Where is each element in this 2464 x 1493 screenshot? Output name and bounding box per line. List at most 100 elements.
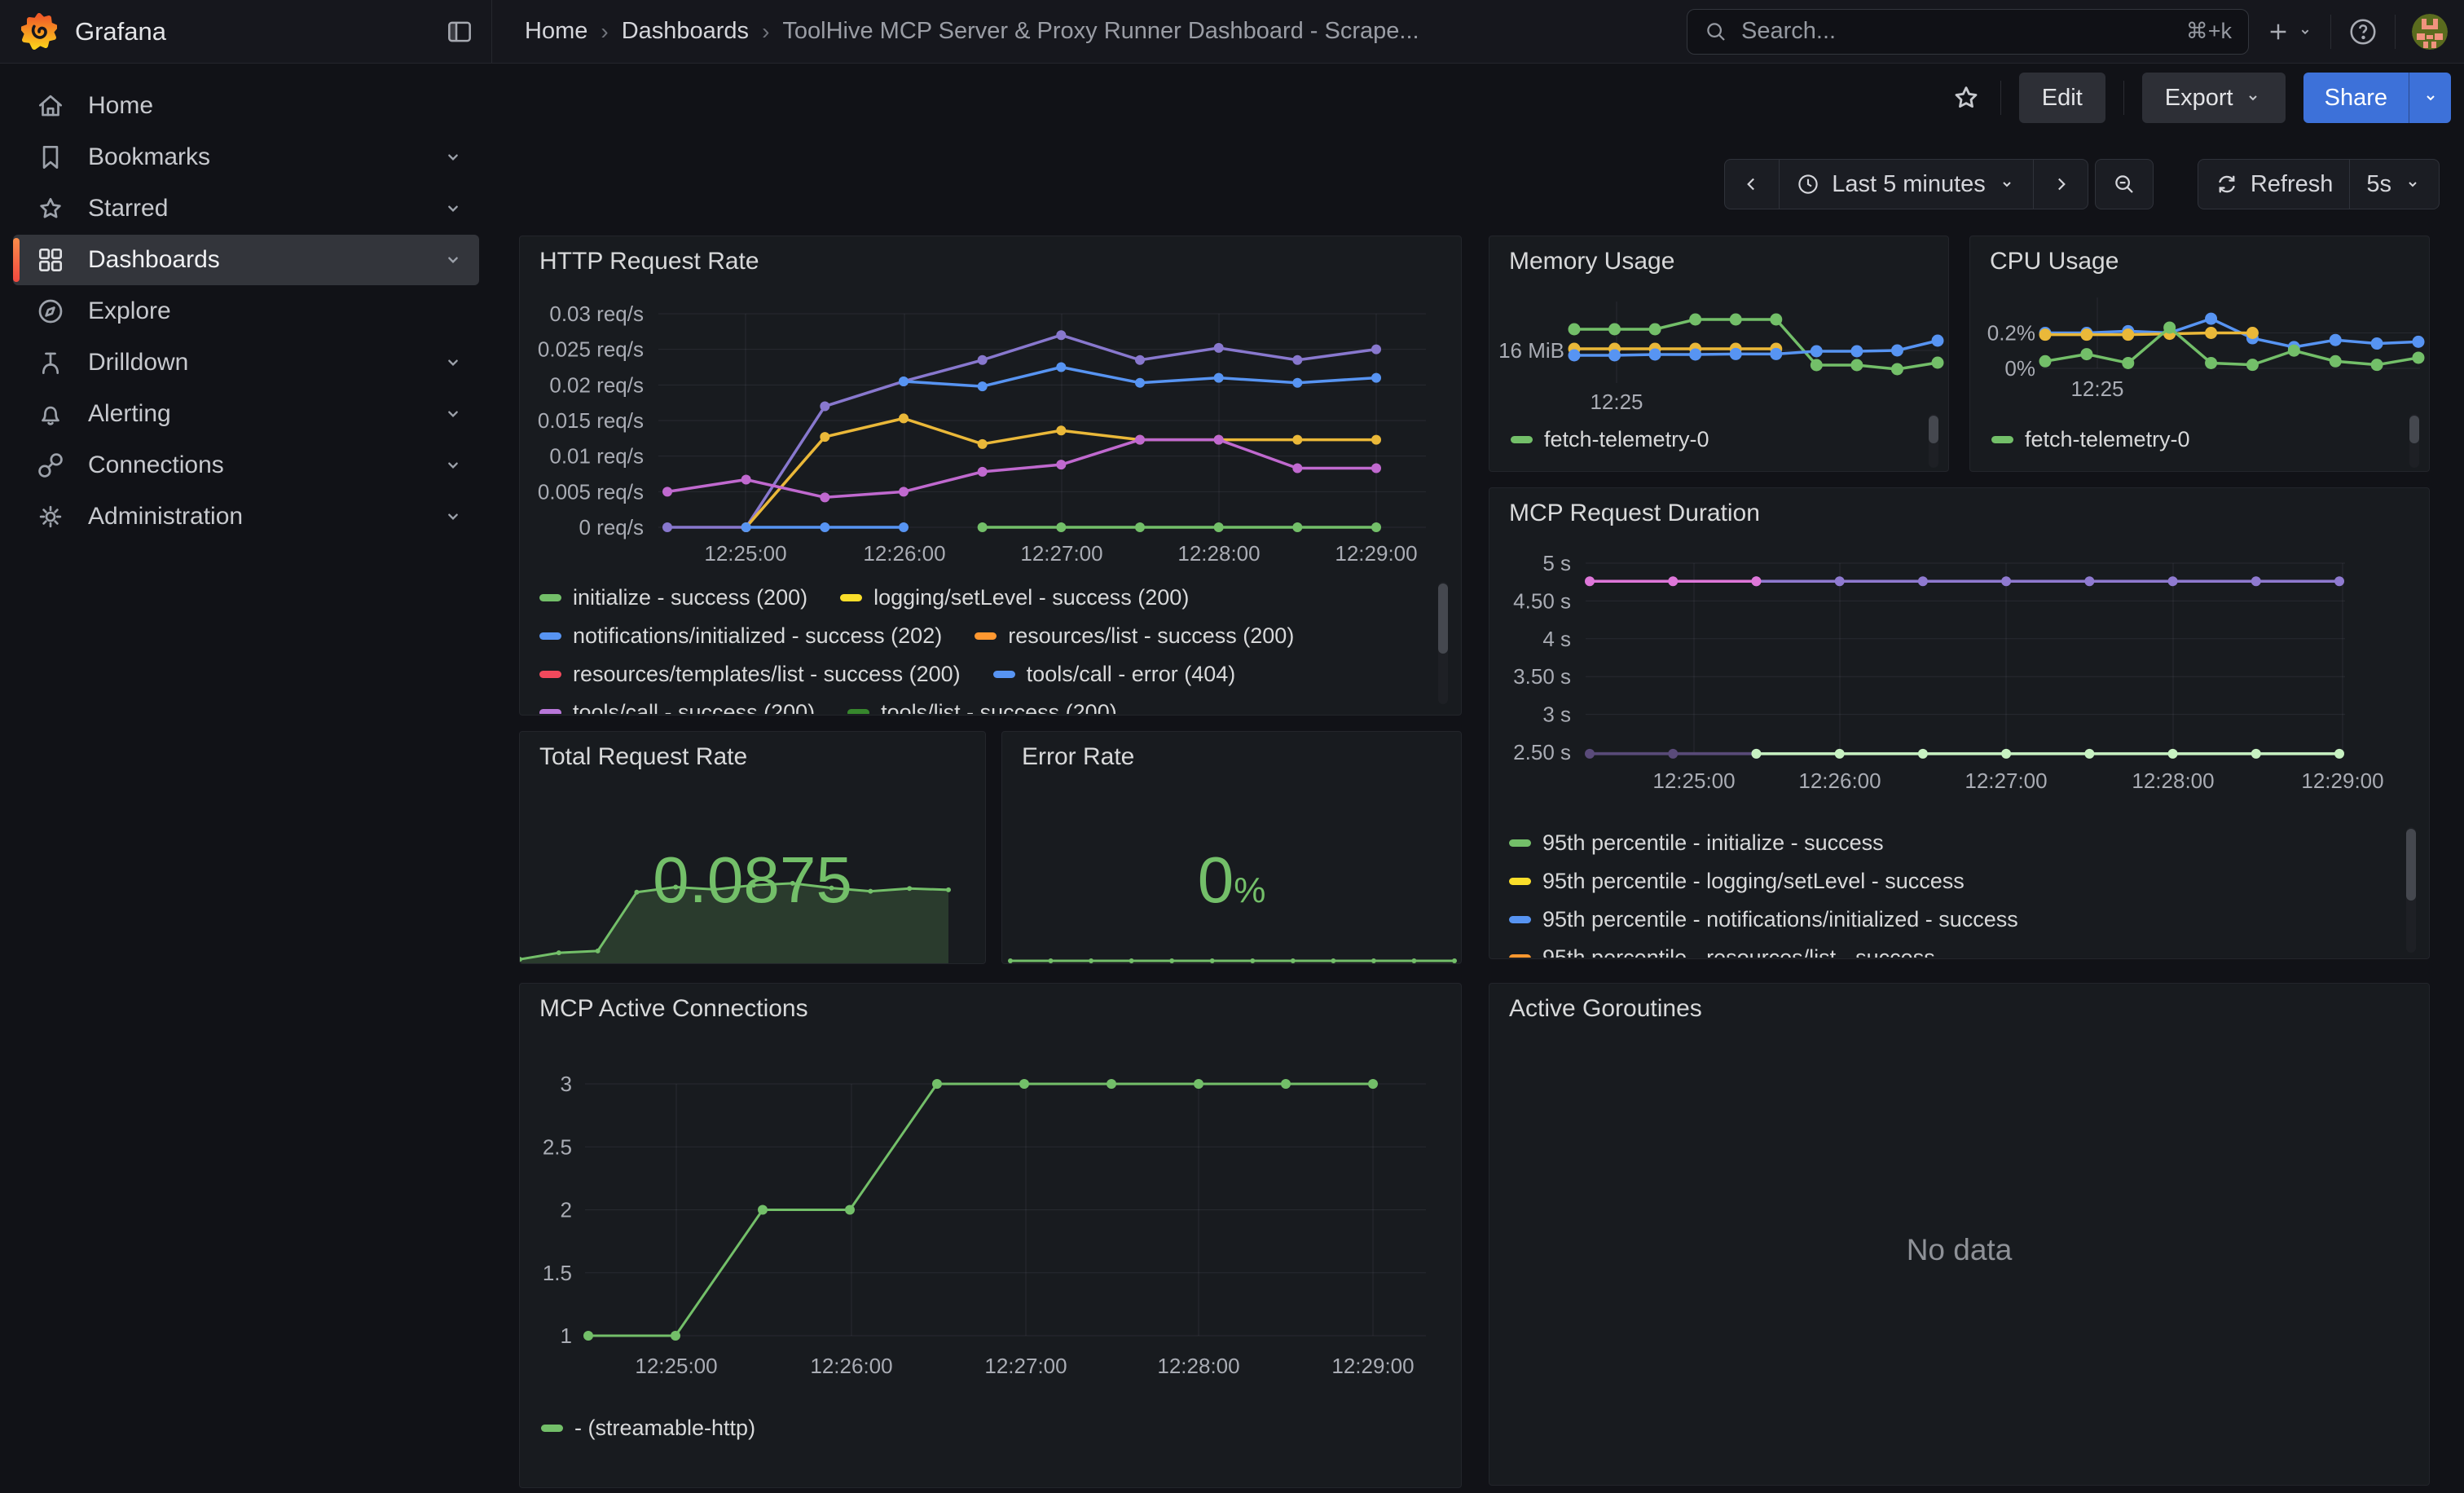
help-button[interactable]: [2347, 16, 2378, 47]
panel-title[interactable]: CPU Usage: [1990, 248, 2119, 275]
legend-item[interactable]: logging/setLevel - success (200): [840, 579, 1189, 617]
sidebar-item-connections[interactable]: Connections: [13, 440, 479, 491]
top-bar: Grafana Home›Dashboards›ToolHive MCP Ser…: [0, 0, 2464, 64]
breadcrumb-separator: ›: [762, 19, 769, 45]
breadcrumb-item[interactable]: Dashboards: [622, 18, 749, 45]
legend-item[interactable]: tools/call - success (200): [539, 694, 815, 714]
panel-title[interactable]: Active Goroutines: [1509, 995, 1702, 1023]
time-shift-forward-button[interactable]: [2033, 159, 2088, 209]
refresh-interval-picker[interactable]: 5s: [2349, 159, 2440, 209]
chevron-down-icon: [2421, 88, 2440, 108]
star-icon: [34, 192, 67, 225]
legend-label: initialize - success (200): [573, 585, 807, 610]
legend-item[interactable]: fetch-telemetry-0: [1511, 421, 1709, 459]
panel-title[interactable]: MCP Request Duration: [1509, 500, 1760, 527]
legend-swatch: [1991, 436, 2013, 443]
legend-scrollbar[interactable]: [2406, 827, 2416, 953]
edit-button[interactable]: Edit: [2019, 73, 2105, 123]
chevron-down-icon[interactable]: [442, 403, 464, 425]
compass-icon: [34, 295, 67, 328]
panel-title[interactable]: Error Rate: [1022, 743, 1134, 771]
share-button[interactable]: Share: [2303, 73, 2409, 123]
legend-item[interactable]: 95th percentile - initialize - success: [1509, 824, 1884, 862]
export-button[interactable]: Export: [2142, 73, 2286, 123]
legend-item[interactable]: notifications/initialized - success (202…: [539, 617, 942, 655]
svg-text:0.005 req/s: 0.005 req/s: [538, 479, 644, 504]
legend-swatch: [539, 671, 561, 678]
legend-item[interactable]: tools/call - error (404): [993, 655, 1236, 694]
memory-legend: fetch-telemetry-0: [1511, 421, 1916, 463]
legend-item[interactable]: fetch-telemetry-0: [1991, 421, 2190, 459]
sidebar-item-bookmarks[interactable]: Bookmarks: [13, 132, 479, 183]
breadcrumb-item[interactable]: Home: [525, 18, 587, 45]
favorite-star-button[interactable]: [1950, 81, 1982, 114]
panel-title[interactable]: HTTP Request Rate: [539, 248, 759, 275]
legend-swatch: [539, 632, 561, 640]
divider: [2330, 15, 2331, 49]
svg-text:12:28:00: 12:28:00: [1177, 541, 1260, 566]
sidebar-item-label: Connections: [88, 451, 442, 479]
panel-title[interactable]: MCP Active Connections: [539, 995, 808, 1023]
add-new-button[interactable]: [2265, 19, 2314, 45]
sidebar-item-dashboards[interactable]: Dashboards: [13, 235, 479, 285]
search-input[interactable]: Search... ⌘+k: [1687, 9, 2249, 55]
legend-item[interactable]: 95th percentile - logging/setLevel - suc…: [1509, 862, 1965, 901]
svg-text:3: 3: [561, 1072, 572, 1096]
svg-text:4 s: 4 s: [1542, 627, 1571, 651]
topbar-left: Grafana: [0, 0, 492, 63]
user-avatar[interactable]: [2412, 14, 2448, 50]
svg-text:5 s: 5 s: [1542, 551, 1571, 575]
legend-item[interactable]: - (streamable-http): [541, 1409, 755, 1447]
divider: [2123, 81, 2124, 115]
legend-label: tools/list - success (200): [881, 700, 1117, 714]
sidebar-item-home[interactable]: Home: [13, 81, 479, 131]
legend-scrollbar[interactable]: [1929, 414, 1938, 468]
sidebar-item-starred[interactable]: Starred: [13, 183, 479, 234]
chevron-down-icon[interactable]: [442, 454, 464, 477]
chevron-down-icon[interactable]: [442, 146, 464, 169]
legend-item[interactable]: initialize - success (200): [539, 579, 807, 617]
svg-text:12:29:00: 12:29:00: [1331, 1354, 1414, 1378]
divider: [2000, 81, 2001, 115]
sidebar-item-label: Dashboards: [88, 246, 442, 274]
total-request-rate-value: 0.0875: [520, 843, 985, 918]
chevron-down-icon[interactable]: [442, 249, 464, 271]
legend-swatch: [1509, 916, 1531, 923]
svg-text:12:26:00: 12:26:00: [1798, 769, 1881, 793]
sidebar-item-drilldown[interactable]: Drilldown: [13, 337, 479, 388]
sidebar-item-explore[interactable]: Explore: [13, 286, 479, 337]
panel-memory-usage: Memory Usage 16 MiB12:25 fetch-telemetry…: [1489, 236, 1949, 472]
legend-item[interactable]: tools/list - success (200): [847, 694, 1117, 714]
sidebar-item-alerting[interactable]: Alerting: [13, 389, 479, 439]
legend-swatch: [1509, 878, 1531, 885]
breadcrumb-item: ToolHive MCP Server & Proxy Runner Dashb…: [782, 18, 1419, 45]
legend-swatch: [975, 632, 997, 640]
sidebar-item-administration[interactable]: Administration: [13, 491, 479, 542]
chevron-down-icon[interactable]: [442, 351, 464, 374]
svg-text:12:26:00: 12:26:00: [863, 541, 945, 566]
legend-item[interactable]: resources/templates/list - success (200): [539, 655, 961, 694]
selected-accent-bar: [13, 238, 20, 282]
legend-item[interactable]: 95th percentile - notifications/initiali…: [1509, 901, 2018, 939]
chevron-down-icon[interactable]: [442, 197, 464, 220]
time-range-picker[interactable]: Last 5 minutes: [1779, 159, 2034, 209]
svg-text:2: 2: [561, 1198, 572, 1222]
svg-text:12:27:00: 12:27:00: [1020, 541, 1102, 566]
legend-item[interactable]: resources/list - success (200): [975, 617, 1294, 655]
legend-item[interactable]: 95th percentile - resources/list - succe…: [1509, 939, 1935, 958]
refresh-button[interactable]: Refresh: [2198, 159, 2351, 209]
legend-swatch: [847, 709, 869, 714]
chevron-down-icon: [1997, 174, 2017, 194]
duration-legend: 95th percentile - initialize - success95…: [1509, 824, 2391, 958]
share-options-button[interactable]: [2409, 73, 2451, 123]
panel-title[interactable]: Memory Usage: [1509, 248, 1674, 275]
bookmark-icon: [34, 141, 67, 174]
chevron-down-icon[interactable]: [442, 505, 464, 528]
chevron-down-icon: [2403, 174, 2422, 194]
dock-sidebar-button[interactable]: [444, 16, 475, 47]
panel-title[interactable]: Total Request Rate: [539, 743, 747, 771]
legend-scrollbar[interactable]: [2409, 414, 2419, 468]
legend-scrollbar[interactable]: [1438, 582, 1448, 704]
zoom-out-button[interactable]: [2095, 159, 2154, 209]
time-shift-back-button[interactable]: [1724, 159, 1780, 209]
